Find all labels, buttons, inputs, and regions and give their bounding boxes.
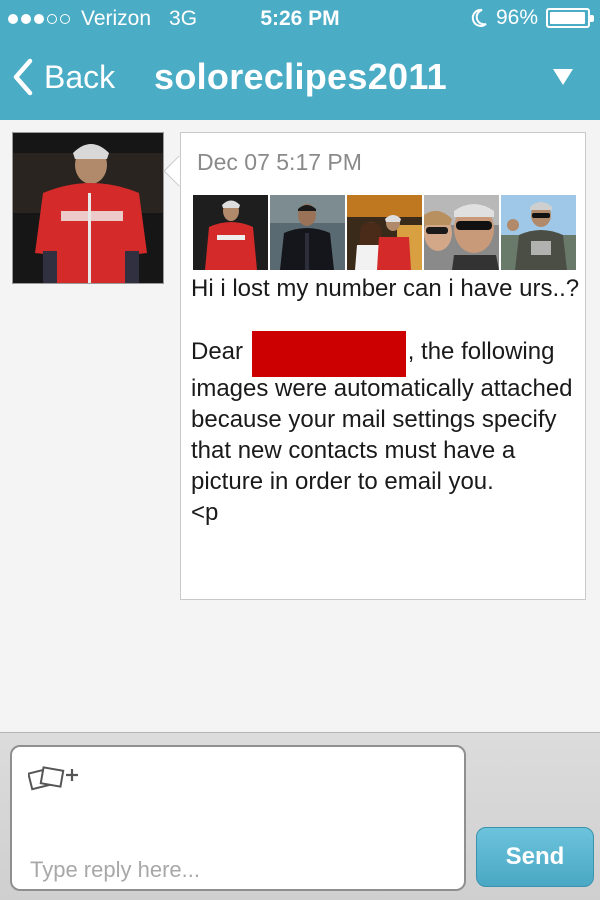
- conversation-title: soloreclipes2011: [154, 56, 447, 97]
- navigation-bar: Back soloreclipes2011: [0, 40, 600, 120]
- reply-input[interactable]: [30, 857, 450, 883]
- sender-avatar[interactable]: [12, 132, 164, 284]
- status-bar: Verizon 3G 5:26 PM 96%: [0, 0, 600, 40]
- attachment-thumbnail[interactable]: [193, 195, 268, 270]
- attachment-thumbnail[interactable]: [347, 195, 422, 270]
- send-button[interactable]: Send: [476, 827, 594, 887]
- battery-percentage: 96%: [495, 6, 538, 29]
- do-not-disturb-moon-icon: [471, 8, 487, 27]
- attachment-thumbnail[interactable]: [501, 195, 576, 270]
- reply-bar: Send: [0, 732, 600, 900]
- dear-prefix: Dear: [191, 338, 244, 365]
- message-tail: <p: [191, 499, 219, 526]
- battery-icon: [546, 8, 594, 28]
- attach-photo-icon[interactable]: [28, 763, 84, 793]
- chevron-left-icon: [13, 58, 33, 96]
- attachment-thumbnail[interactable]: [270, 195, 345, 270]
- reply-box[interactable]: [10, 745, 466, 891]
- attachment-strip: [193, 195, 576, 270]
- message-body: Hi i lost my number can i have urs..? De…: [191, 273, 581, 528]
- attachment-thumbnail[interactable]: [424, 195, 499, 270]
- message-bubble[interactable]: Dec 07 5:17 PM Hi i lost my number can i…: [180, 132, 586, 600]
- auto-attach-notice: Dear , the following images were automat…: [191, 331, 581, 497]
- message-timestamp: Dec 07 5:17 PM: [197, 149, 362, 175]
- dropdown-triangle-icon[interactable]: [552, 68, 574, 86]
- back-label: Back: [44, 58, 116, 95]
- message-line: Hi i lost my number can i have urs..?: [191, 275, 580, 302]
- redacted-name: [251, 331, 406, 377]
- message-thread[interactable]: Dec 07 5:17 PM Hi i lost my number can i…: [0, 120, 600, 732]
- back-button[interactable]: Back: [12, 58, 115, 96]
